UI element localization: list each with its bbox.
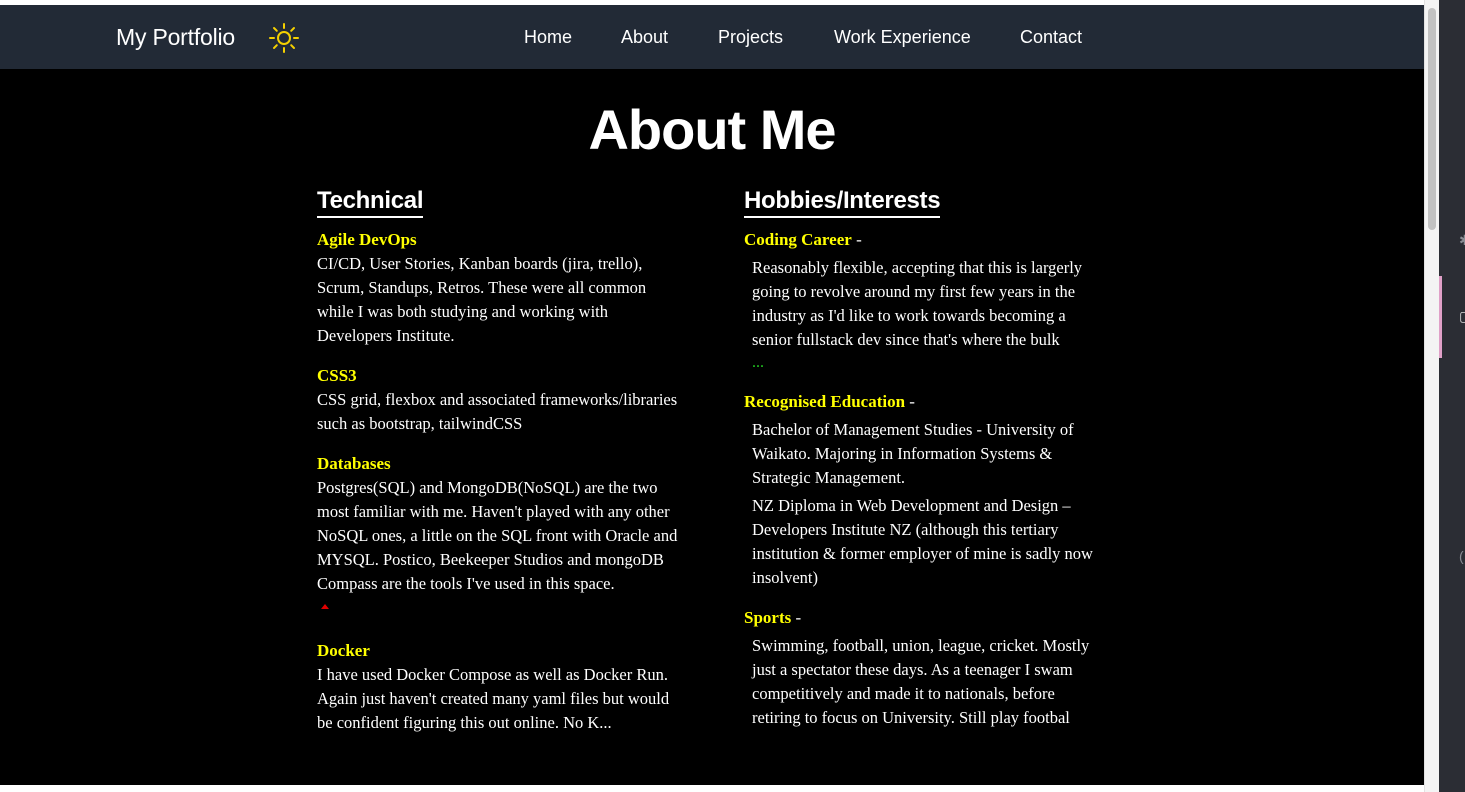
nav-contact[interactable]: Contact xyxy=(1020,27,1082,48)
window-bottom-edge xyxy=(0,785,1424,792)
technical-section: Technical Agile DevOps CI/CD, User Stori… xyxy=(317,187,682,735)
skill-item: CSS3 CSS grid, flexbox and associated fr… xyxy=(317,364,682,436)
sun-icon[interactable] xyxy=(268,22,300,54)
hobby-separator: - xyxy=(851,230,862,249)
page-viewport: My Portfolio Home About Projects Work Ex… xyxy=(0,5,1424,785)
side-panel-icon[interactable]: ▢ xyxy=(1459,308,1465,325)
skill-title: Databases xyxy=(317,454,391,473)
hobby-title: Sports xyxy=(744,608,792,627)
hobby-separator: - xyxy=(791,608,802,627)
page-title: About Me xyxy=(588,98,836,161)
vertical-scrollbar[interactable] xyxy=(1424,0,1439,792)
read-more-link[interactable]: ... xyxy=(744,352,1104,374)
brand-link[interactable]: My Portfolio xyxy=(116,24,235,51)
hobby-title: Coding Career xyxy=(744,230,852,249)
caret-up-icon[interactable] xyxy=(321,604,329,609)
side-info-icon[interactable]: ( xyxy=(1459,548,1464,564)
nav-about[interactable]: About xyxy=(621,27,668,48)
skill-text: CI/CD, User Stories, Kanban boards (jira… xyxy=(317,254,647,345)
skill-text: Postgres(SQL) and MongoDB(NoSQL) are the… xyxy=(317,478,678,593)
hobby-heading: Recognised Education - xyxy=(744,390,1104,414)
skill-title: Docker xyxy=(317,641,370,660)
hobby-text: Reasonably flexible, accepting that this… xyxy=(752,258,1083,349)
skill-text: I have used Docker Compose as well as Do… xyxy=(317,665,670,732)
hobby-heading: Sports - xyxy=(744,606,1104,630)
side-tool-icon[interactable]: ✱ xyxy=(1459,232,1465,249)
hobby-text: Bachelor of Management Studies - Univers… xyxy=(752,420,1074,487)
hobby-item: Sports - Swimming, football, union, leag… xyxy=(744,606,1104,730)
nav-projects[interactable]: Projects xyxy=(718,27,783,48)
hobby-item: Coding Career - Reasonably flexible, acc… xyxy=(744,228,1104,374)
hobbies-section: Hobbies/Interests Coding Career - Reason… xyxy=(744,187,1104,730)
browser-side-panel: ✱ ▢ ( xyxy=(1439,0,1465,792)
technical-heading: Technical xyxy=(317,187,424,218)
scrollbar-thumb[interactable] xyxy=(1428,8,1436,230)
hobby-separator: - xyxy=(905,392,915,411)
nav-work-experience[interactable]: Work Experience xyxy=(834,27,971,48)
navbar: My Portfolio Home About Projects Work Ex… xyxy=(0,5,1424,69)
hobby-item: Recognised Education - Bachelor of Manag… xyxy=(744,390,1104,590)
hobbies-heading: Hobbies/Interests xyxy=(744,187,941,218)
skill-item: Databases Postgres(SQL) and MongoDB(NoSQ… xyxy=(317,452,682,609)
skill-item: Agile DevOps CI/CD, User Stories, Kanban… xyxy=(317,228,682,348)
side-active-indicator xyxy=(1439,276,1442,358)
skill-title: CSS3 xyxy=(317,366,357,385)
nav-home[interactable]: Home xyxy=(524,27,572,48)
skill-title: Agile DevOps xyxy=(317,230,417,249)
skill-text: CSS grid, flexbox and associated framewo… xyxy=(317,390,678,433)
hobby-text: NZ Diploma in Web Development and Design… xyxy=(752,496,1093,587)
skill-item: Docker I have used Docker Compose as wel… xyxy=(317,639,682,735)
hobby-heading: Coding Career - xyxy=(744,228,1104,252)
hobby-title: Recognised Education xyxy=(744,392,906,411)
hobby-text: Swimming, football, union, league, crick… xyxy=(752,636,1090,727)
